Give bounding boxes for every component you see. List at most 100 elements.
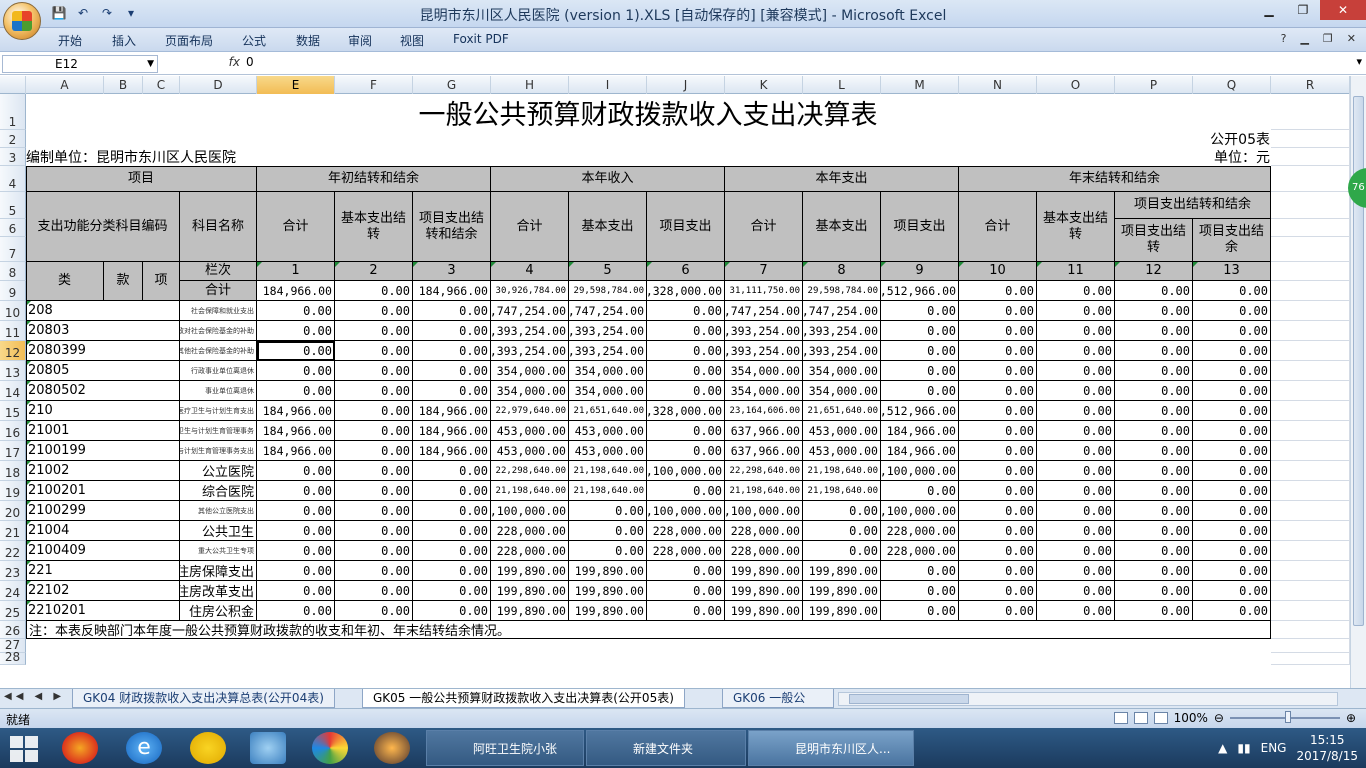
empty-cell[interactable] (1271, 639, 1350, 653)
zoom-in-icon[interactable]: ⊕ (1346, 711, 1356, 725)
table-cell[interactable]: 0.00 (1037, 321, 1115, 341)
row-name[interactable]: 公共卫生 (180, 521, 257, 541)
table-cell[interactable]: 0.00 (413, 321, 491, 341)
table-cell[interactable]: 184,966.00 (257, 441, 335, 461)
empty-cell[interactable] (1271, 461, 1350, 481)
table-cell[interactable]: 453,000.00 (803, 421, 881, 441)
row-header-7[interactable]: 7 (0, 237, 26, 262)
row-name[interactable]: 其他公立医院支出 (180, 501, 257, 521)
table-cell[interactable]: 199,890.00 (803, 561, 881, 581)
row-header-20[interactable]: 20 (0, 501, 26, 521)
table-cell[interactable]: 0.00 (881, 341, 959, 361)
column-header-d[interactable]: D (180, 76, 257, 94)
table-cell[interactable]: 0.00 (1193, 481, 1271, 501)
column-header-c[interactable]: C (143, 76, 180, 94)
table-cell[interactable]: 0.00 (1037, 481, 1115, 501)
empty-cell[interactable] (1271, 521, 1350, 541)
tray-arrow-icon[interactable]: ▲ (1218, 741, 1227, 755)
row-name[interactable]: 行政事业单位离退休 (180, 361, 257, 381)
table-cell[interactable]: 0.00 (803, 501, 881, 521)
table-cell[interactable]: 0.00 (335, 321, 413, 341)
table-cell[interactable]: 0.00 (257, 381, 335, 401)
table-cell[interactable]: 1,100,000.00 (491, 501, 569, 521)
table-cell[interactable]: 29,598,784.00 (803, 281, 881, 301)
table-cell[interactable]: 453,000.00 (569, 421, 647, 441)
table-cell[interactable]: 0.00 (1115, 521, 1193, 541)
row-name[interactable]: 财政对其他社会保险基金的补助 (180, 341, 257, 361)
empty-cell[interactable] (1271, 653, 1350, 665)
table-cell[interactable]: 0.00 (881, 381, 959, 401)
table-cell[interactable]: 21,198,640.00 (569, 481, 647, 501)
row-code[interactable]: 2100201 (26, 481, 180, 501)
tab-view[interactable]: 视图 (400, 32, 424, 49)
table-cell[interactable]: 184,966.00 (413, 401, 491, 421)
zoom-out-icon[interactable]: ⊖ (1214, 711, 1224, 725)
table-cell[interactable]: 7,747,254.00 (803, 301, 881, 321)
table-cell[interactable]: 0.00 (335, 381, 413, 401)
row-header-22[interactable]: 22 (0, 541, 26, 561)
table-cell[interactable]: 354,000.00 (569, 381, 647, 401)
table-cell[interactable]: 0.00 (959, 561, 1037, 581)
zoom-slider[interactable] (1229, 711, 1340, 723)
empty-cell[interactable] (1271, 166, 1350, 192)
table-cell[interactable]: 0.00 (959, 581, 1037, 601)
table-cell[interactable]: 0.00 (413, 301, 491, 321)
row-header-12[interactable]: 12 (0, 341, 26, 361)
table-cell[interactable]: 0.00 (257, 541, 335, 561)
row-code[interactable]: 2100299 (26, 501, 180, 521)
row-code[interactable]: 210 (26, 401, 180, 421)
table-cell[interactable]: 0.00 (1193, 581, 1271, 601)
table-cell[interactable]: 0.00 (959, 401, 1037, 421)
empty-cell[interactable] (1271, 381, 1350, 401)
table-cell[interactable]: 0.00 (959, 501, 1037, 521)
table-cell[interactable]: 637,966.00 (725, 421, 803, 441)
table-cell[interactable]: 7,393,254.00 (491, 341, 569, 361)
table-cell[interactable]: 0.00 (413, 461, 491, 481)
column-header-q[interactable]: Q (1193, 76, 1271, 94)
table-cell[interactable]: 0.00 (257, 581, 335, 601)
table-cell[interactable]: 0.00 (1193, 341, 1271, 361)
table-cell[interactable]: 0.00 (1115, 441, 1193, 461)
table-cell[interactable]: 184,966.00 (257, 281, 335, 301)
row-code[interactable]: 2210201 (26, 601, 180, 621)
language-indicator[interactable]: ENG (1261, 741, 1287, 755)
table-cell[interactable]: 0.00 (335, 461, 413, 481)
table-cell[interactable]: 0.00 (959, 441, 1037, 461)
row-name[interactable]: 其他医疗卫生与计划生育管理事务支出 (180, 441, 257, 461)
table-cell[interactable]: 21,198,640.00 (725, 481, 803, 501)
table-cell[interactable]: 0.00 (881, 481, 959, 501)
table-cell[interactable]: 0.00 (647, 341, 725, 361)
table-cell[interactable]: 1,100,000.00 (647, 501, 725, 521)
table-cell[interactable]: 184,966.00 (413, 281, 491, 301)
table-cell[interactable]: 0.00 (335, 341, 413, 361)
table-cell[interactable]: 0.00 (959, 321, 1037, 341)
table-cell[interactable]: 0.00 (1193, 601, 1271, 621)
table-cell[interactable]: 0.00 (1037, 521, 1115, 541)
table-cell[interactable]: 29,598,784.00 (569, 281, 647, 301)
table-cell[interactable]: 0.00 (1193, 541, 1271, 561)
row-header-4[interactable]: 4 (0, 166, 26, 192)
table-cell[interactable]: 0.00 (1115, 401, 1193, 421)
table-cell[interactable]: 1,512,966.00 (881, 281, 959, 301)
row-header-19[interactable]: 19 (0, 481, 26, 501)
row-header-24[interactable]: 24 (0, 581, 26, 601)
row-header-10[interactable]: 10 (0, 301, 26, 321)
table-cell[interactable]: 0.00 (647, 481, 725, 501)
table-cell[interactable]: 0.00 (335, 401, 413, 421)
table-cell[interactable]: 0.00 (959, 521, 1037, 541)
empty-cell[interactable] (1271, 361, 1350, 381)
table-cell[interactable]: 0.00 (1193, 421, 1271, 441)
table-cell[interactable]: 0.00 (959, 381, 1037, 401)
table-cell[interactable]: 0.00 (569, 521, 647, 541)
column-header-a[interactable]: A (26, 76, 104, 94)
name-box-dropdown-icon[interactable]: ▼ (147, 56, 154, 72)
column-header-b[interactable]: B (104, 76, 143, 94)
table-cell[interactable]: 0.00 (335, 581, 413, 601)
table-cell[interactable]: 0.00 (959, 361, 1037, 381)
row-header-1[interactable]: 1 (0, 94, 26, 130)
table-cell[interactable]: 0.00 (647, 441, 725, 461)
table-cell[interactable]: 0.00 (647, 561, 725, 581)
row-header-21[interactable]: 21 (0, 521, 26, 541)
table-cell[interactable]: 0.00 (335, 521, 413, 541)
row-name[interactable]: 公立医院 (180, 461, 257, 481)
